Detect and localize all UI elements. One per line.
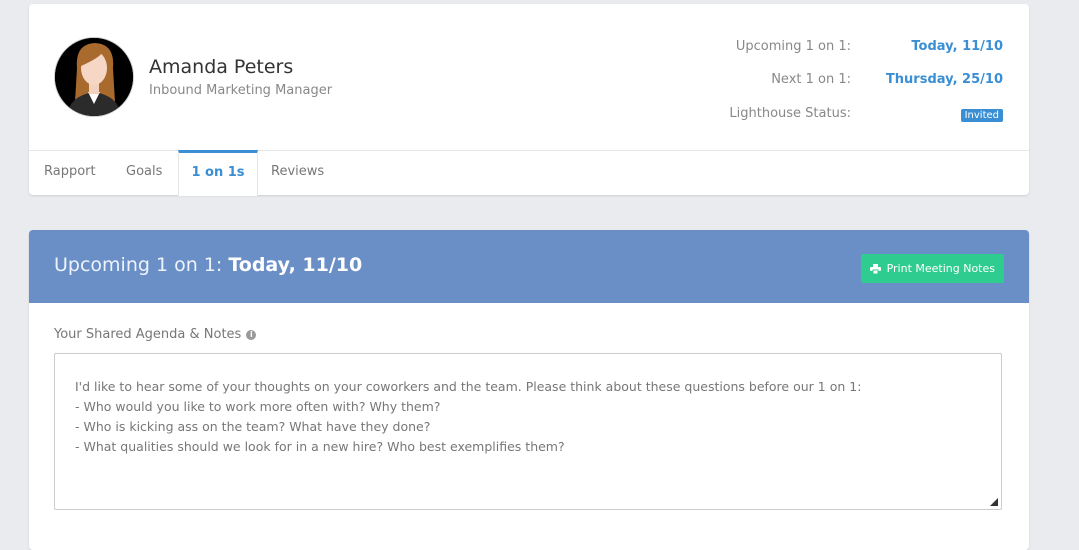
agenda-label: Your Shared Agenda & Notes i	[54, 327, 257, 342]
status-badge: Invited	[960, 109, 1003, 122]
status-label: Lighthouse Status:	[729, 106, 851, 121]
tab-goals[interactable]: Goals	[126, 150, 162, 195]
upcoming-label: Upcoming 1 on 1:	[735, 39, 851, 54]
tab-bar: Rapport Goals 1 on 1s Reviews	[29, 150, 1029, 196]
print-button-label: Print Meeting Notes	[886, 262, 995, 275]
status-value: Invited	[960, 106, 1003, 122]
tab-reviews[interactable]: Reviews	[271, 150, 324, 195]
tab-1-on-1s[interactable]: 1 on 1s	[178, 150, 258, 196]
meeting-title-date: Today, 11/10	[228, 254, 363, 276]
user-avatar-icon	[55, 38, 133, 116]
notes-line: I'd like to hear some of your thoughts o…	[75, 379, 862, 394]
notes-line: - Who is kicking ass on the team? What h…	[75, 419, 431, 434]
profile-title: Inbound Marketing Manager	[149, 83, 333, 98]
meeting-header: Upcoming 1 on 1: Today, 11/10 Print Meet…	[29, 230, 1029, 303]
profile-card: Amanda Peters Inbound Marketing Manager …	[29, 4, 1029, 196]
upcoming-value[interactable]: Today, 11/10	[911, 39, 1003, 54]
notes-line: - What qualities should we look for in a…	[75, 439, 565, 454]
meeting-title-prefix: Upcoming 1 on 1:	[54, 254, 223, 276]
resize-handle-icon[interactable]	[990, 498, 998, 506]
next-value[interactable]: Thursday, 25/10	[886, 72, 1003, 87]
meeting-card: Upcoming 1 on 1: Today, 11/10 Print Meet…	[29, 230, 1029, 550]
next-label: Next 1 on 1:	[771, 72, 851, 87]
meeting-title: Upcoming 1 on 1: Today, 11/10	[54, 254, 362, 276]
printer-icon	[869, 263, 881, 274]
notes-line: - Who would you like to work more often …	[75, 399, 441, 414]
agenda-notes-textarea[interactable]: I'd like to hear some of your thoughts o…	[54, 353, 1002, 510]
agenda-label-text: Your Shared Agenda & Notes	[54, 327, 242, 342]
avatar[interactable]	[54, 37, 134, 117]
info-icon[interactable]: i	[246, 329, 257, 340]
tab-rapport[interactable]: Rapport	[44, 150, 96, 195]
profile-name: Amanda Peters	[149, 56, 294, 78]
print-meeting-notes-button[interactable]: Print Meeting Notes	[860, 254, 1004, 283]
